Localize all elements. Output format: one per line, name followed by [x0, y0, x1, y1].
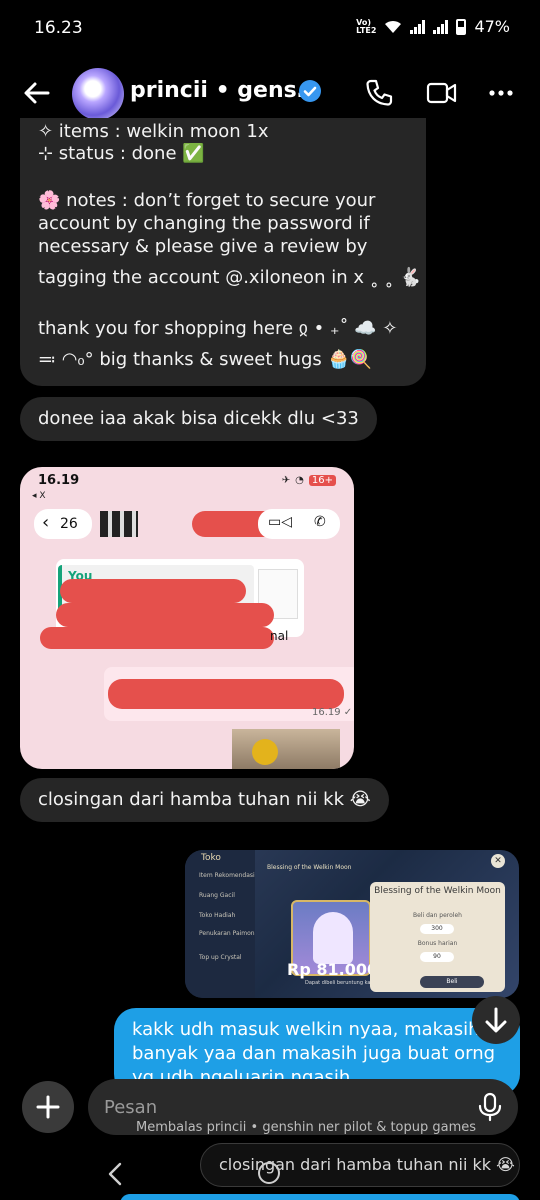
nav-back-icon[interactable]: [104, 1160, 126, 1188]
phone-icon: ✆: [314, 514, 326, 530]
nav-home-icon[interactable]: [258, 1162, 280, 1184]
image-message-game-shop[interactable]: Toko Item Rekomendasi Ruang Gacil Toko H…: [185, 850, 519, 998]
chat-title[interactable]: princii • gens…: [130, 78, 319, 103]
game-menu-item: Penukaran Paimon: [199, 930, 255, 937]
volte-icon: Vo) LTE2: [356, 17, 377, 35]
battery-icon: [456, 18, 467, 35]
status-time: 16.23: [34, 18, 83, 38]
more-icon[interactable]: [484, 76, 518, 110]
message-text: closingan dari hamba tuhan nii kk 😭: [38, 789, 371, 810]
redaction: [56, 603, 274, 627]
message-bubble[interactable]: donee iaa akak bisa dicekk dlu <33: [20, 397, 377, 441]
microphone-icon[interactable]: [476, 1092, 504, 1122]
arrow-down-icon: [485, 1007, 507, 1033]
reply-hint: Membalas princii • genshin ner pilot & t…: [136, 1120, 477, 1135]
image-partial-text: nal: [270, 629, 289, 643]
image-avatar: [100, 511, 138, 537]
game-tab-title: Blessing of the Welkin Moon: [267, 864, 352, 871]
game-panel-value: 300: [420, 924, 454, 934]
wifi-icon: ◔: [295, 475, 304, 486]
attach-button[interactable]: [22, 1081, 74, 1133]
message-bubble[interactable]: closingan dari hamba tuhan nii kk 😭: [20, 778, 389, 822]
message-line: thank you for shopping here ჲ • ₊˚ ☁️ ✧: [38, 318, 398, 339]
back-arrow-icon[interactable]: [20, 76, 54, 110]
image-carrier: ◂ X: [32, 491, 46, 501]
plus-icon: [36, 1095, 60, 1119]
notification-preview[interactable]: closingan dari hamba tuhan nii kk 😭: [200, 1143, 520, 1187]
message-bubble-order-details[interactable]: ✧ items : welkin moon 1x ⊹ status : done…: [20, 118, 426, 386]
video-icon[interactable]: [424, 76, 458, 110]
message-line: tagging the account @.xiloneon in x ˳ ˳ …: [38, 267, 422, 288]
message-line: ≕ ◠₀° big thanks & sweet hugs 🧁🍭: [38, 349, 373, 370]
message-line: kakk udh masuk welkin nyaa, makasih: [132, 1019, 480, 1040]
image-battery: 16+: [308, 475, 336, 486]
battery-percent: 47%: [474, 17, 510, 36]
chevron-left-icon: ‹: [42, 512, 50, 533]
status-icons: Vo) LTE2 47%: [356, 17, 510, 36]
wifi-icon: [385, 20, 402, 33]
game-panel-value: 90: [420, 952, 454, 962]
game-buy-button: Beli: [420, 976, 484, 988]
image-preview-photo: [232, 729, 340, 769]
message-bubble-mine-next: [120, 1194, 520, 1200]
redaction: [40, 627, 274, 649]
close-icon: ✕: [491, 854, 505, 868]
message-line: account by changing the password if: [38, 213, 370, 234]
phone-icon[interactable]: [362, 76, 396, 110]
signal-1-icon: [410, 19, 426, 34]
redaction: [108, 679, 344, 709]
video-icon: ▭◁: [268, 514, 292, 530]
scroll-to-bottom-button[interactable]: [472, 996, 520, 1044]
game-sidebar: Toko Item Rekomendasi Ruang Gacil Toko H…: [185, 850, 255, 998]
game-menu-item: Top up Crystal: [199, 954, 242, 961]
image-message-screenshot[interactable]: 16.19 ◂ X ✈ ◔ 16+ ‹ 26 ▭◁ ✆ You nal 16.1…: [20, 467, 354, 769]
message-text: donee iaa akak bisa dicekk dlu <33: [38, 408, 359, 429]
image-back-count: 26: [60, 516, 78, 532]
image-timestamp: 16.19 ✓: [312, 707, 353, 718]
message-line: 🌸 notes : don’t forget to secure your: [38, 190, 376, 211]
game-menu-item: Toko Hadiah: [199, 912, 236, 919]
message-line: ✧ items : welkin moon 1x: [38, 121, 269, 142]
game-panel-label: Beli dan peroleh: [413, 912, 462, 919]
redaction: [60, 579, 246, 603]
signal-2-icon: [433, 19, 449, 34]
game-price: Rp 81.000: [287, 960, 379, 979]
game-menu-item: Item Rekomendasi: [199, 872, 255, 879]
game-panel-title: Blessing of the Welkin Moon: [374, 886, 501, 896]
image-status-time: 16.19: [38, 473, 80, 488]
message-line: ⊹ status : done ✅: [38, 143, 205, 164]
game-note: Dapat dibeli beruntung kali: [305, 980, 374, 986]
image-back-pill: ‹ 26: [34, 509, 92, 539]
image-call-pill: ▭◁ ✆: [258, 509, 340, 539]
game-panel-label: Bonus harian: [417, 940, 458, 947]
message-line: banyak yaa dan makasih juga buat orng: [132, 1043, 496, 1064]
avatar[interactable]: [72, 68, 124, 120]
message-line: necessary & please give a review by: [38, 236, 368, 257]
airplane-icon: ✈: [281, 475, 291, 486]
game-menu-item: Ruang Gacil: [199, 892, 235, 899]
status-bar: 16.23 Vo) LTE2 47%: [0, 0, 540, 60]
game-shop-title: Toko: [201, 853, 221, 863]
image-status-icons: ✈ ◔ 16+: [282, 475, 336, 486]
game-detail-panel: Blessing of the Welkin Moon Beli dan per…: [370, 882, 505, 992]
verified-badge-icon: [299, 80, 321, 102]
